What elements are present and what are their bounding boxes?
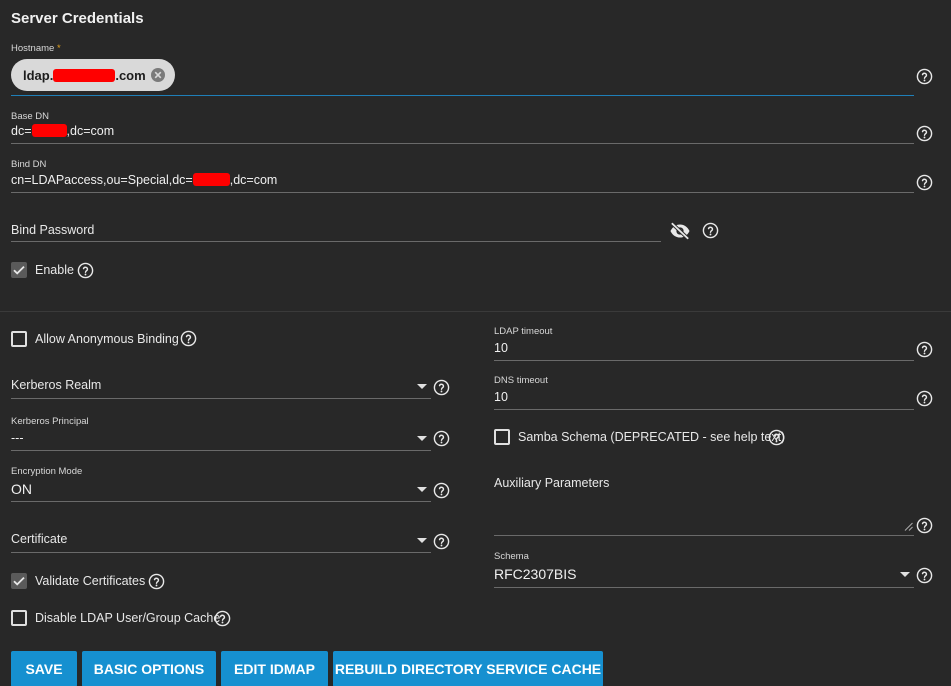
certificate-underline <box>11 552 431 553</box>
schema-underline <box>494 587 914 588</box>
chip-remove-icon[interactable] <box>150 67 166 83</box>
kerberos-principal-help-icon[interactable] <box>433 430 450 447</box>
section-title: Server Credentials <box>11 10 144 27</box>
kerberos-principal-dropdown-arrow-icon[interactable] <box>417 436 427 441</box>
allow-anonymous-checkbox[interactable] <box>11 331 27 347</box>
auxiliary-parameters-help-icon[interactable] <box>916 517 933 534</box>
kerberos-principal-underline <box>11 450 431 451</box>
kerberos-realm-help-icon[interactable] <box>433 379 450 396</box>
ldap-timeout-help-icon[interactable] <box>916 341 933 358</box>
edit-idmap-button[interactable]: EDIT IDMAP <box>221 651 328 686</box>
disable-cache-label: Disable LDAP User/Group Cache <box>35 611 221 625</box>
auxiliary-parameters-underline <box>494 535 914 536</box>
certificate-dropdown-arrow-icon[interactable] <box>417 538 427 543</box>
hostname-chip-text: ldap. .com <box>23 67 146 83</box>
auxiliary-parameters-textarea[interactable]: Auxiliary Parameters <box>494 476 609 490</box>
section-divider <box>0 311 951 312</box>
redaction-mark <box>31 124 67 137</box>
dns-timeout-label: DNS timeout <box>494 375 548 386</box>
bind-dn-input[interactable]: cn=LDAPaccess,ou=Special,dc= ,dc=com <box>11 173 277 187</box>
check-icon <box>11 262 27 278</box>
kerberos-principal-label: Kerberos Principal <box>11 416 89 427</box>
base-dn-input[interactable]: dc= ,dc=com <box>11 124 114 138</box>
schema-dropdown-arrow-icon[interactable] <box>900 572 910 577</box>
schema-select[interactable]: RFC2307BIS <box>494 566 576 582</box>
rebuild-cache-button[interactable]: REBUILD DIRECTORY SERVICE CACHE <box>333 651 603 686</box>
encryption-mode-underline <box>11 501 431 502</box>
encryption-mode-label: Encryption Mode <box>11 466 83 477</box>
enable-help-icon[interactable] <box>77 262 94 279</box>
resize-handle-icon[interactable] <box>904 522 913 531</box>
bind-dn-label: Bind DN <box>11 159 47 170</box>
save-button[interactable]: SAVE <box>11 651 77 686</box>
validate-certificates-checkbox[interactable] <box>11 573 27 589</box>
allow-anonymous-label: Allow Anonymous Binding <box>35 332 179 346</box>
samba-schema-checkbox[interactable] <box>494 429 510 445</box>
redaction-mark <box>192 173 230 186</box>
base-dn-label: Base DN <box>11 111 50 122</box>
kerberos-realm-dropdown-arrow-icon[interactable] <box>417 384 427 389</box>
allow-anonymous-help-icon[interactable] <box>180 330 197 347</box>
schema-label: Schema <box>494 551 529 562</box>
dns-timeout-underline <box>494 409 914 410</box>
disable-cache-help-icon[interactable] <box>214 610 231 627</box>
encryption-mode-select[interactable]: ON <box>11 481 32 497</box>
kerberos-realm-underline <box>11 398 431 399</box>
ldap-timeout-input[interactable]: 10 <box>494 341 508 355</box>
schema-help-icon[interactable] <box>916 567 933 584</box>
ldap-timeout-label: LDAP timeout <box>494 326 553 337</box>
eye-off-icon[interactable] <box>669 221 691 241</box>
kerberos-realm-select[interactable]: Kerberos Realm <box>11 378 101 392</box>
basic-options-button[interactable]: BASIC OPTIONS <box>82 651 216 686</box>
encryption-mode-dropdown-arrow-icon[interactable] <box>417 487 427 492</box>
samba-schema-help-icon[interactable] <box>768 429 785 446</box>
disable-cache-checkbox[interactable] <box>11 610 27 626</box>
samba-schema-label: Samba Schema (DEPRECATED - see help text… <box>518 430 786 444</box>
enable-checkbox[interactable] <box>11 262 27 278</box>
kerberos-principal-select[interactable]: --- <box>11 431 24 445</box>
validate-certificates-help-icon[interactable] <box>148 573 165 590</box>
dns-timeout-help-icon[interactable] <box>916 390 933 407</box>
check-icon <box>11 573 27 589</box>
bind-password-underline <box>11 241 661 242</box>
validate-certificates-label: Validate Certificates <box>35 574 146 588</box>
dns-timeout-input[interactable]: 10 <box>494 390 508 404</box>
base-dn-help-icon[interactable] <box>916 125 933 142</box>
bind-password-help-icon[interactable] <box>702 222 719 239</box>
base-dn-underline <box>11 143 914 144</box>
redaction-mark <box>53 68 116 82</box>
bind-dn-help-icon[interactable] <box>916 174 933 191</box>
hostname-underline <box>11 95 914 96</box>
certificate-select[interactable]: Certificate <box>11 532 67 546</box>
bind-password-input[interactable]: Bind Password <box>11 223 94 237</box>
enable-label: Enable <box>35 263 74 277</box>
certificate-help-icon[interactable] <box>433 533 450 550</box>
ldap-timeout-underline <box>494 360 914 361</box>
hostname-label: Hostname * <box>11 43 61 54</box>
hostname-help-icon[interactable] <box>916 68 933 85</box>
bind-dn-underline <box>11 192 914 193</box>
encryption-mode-help-icon[interactable] <box>433 482 450 499</box>
